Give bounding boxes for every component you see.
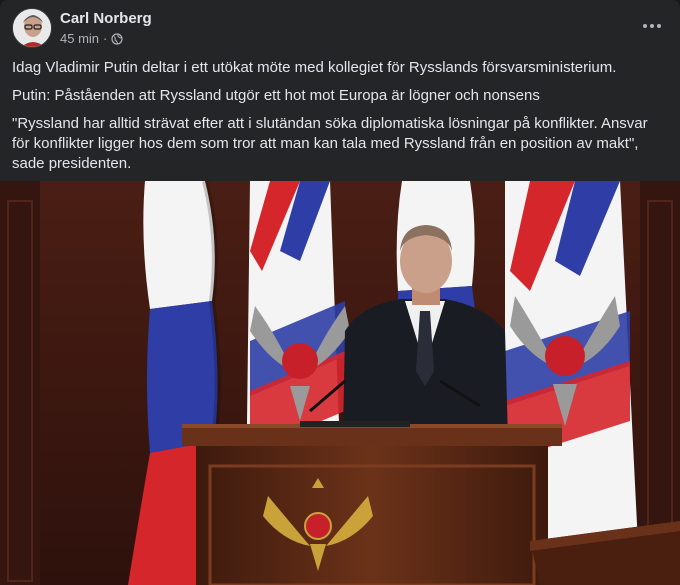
post-paragraph-3: "Ryssland har alltid strävat efter att i… (12, 115, 648, 172)
post-time[interactable]: 45 min (60, 31, 99, 46)
more-dots-icon[interactable] (638, 16, 666, 36)
post-text: Idag Vladimir Putin deltar i ett utökat … (12, 58, 662, 182)
author-name[interactable]: Carl Norberg (60, 10, 152, 27)
post-paragraph-1: Idag Vladimir Putin deltar i ett utökat … (12, 59, 617, 76)
author-avatar[interactable] (12, 8, 52, 48)
meta-separator: · (103, 31, 108, 46)
post-meta: 45 min · (60, 31, 123, 46)
post-card: Carl Norberg 45 min · Idag Vladimir Puti… (0, 0, 680, 585)
post-header: Carl Norberg 45 min · (12, 8, 668, 52)
globe-icon (111, 32, 123, 45)
post-photo[interactable] (0, 181, 680, 585)
post-paragraph-2: Putin: Påståenden att Ryssland utgör ett… (12, 87, 540, 104)
